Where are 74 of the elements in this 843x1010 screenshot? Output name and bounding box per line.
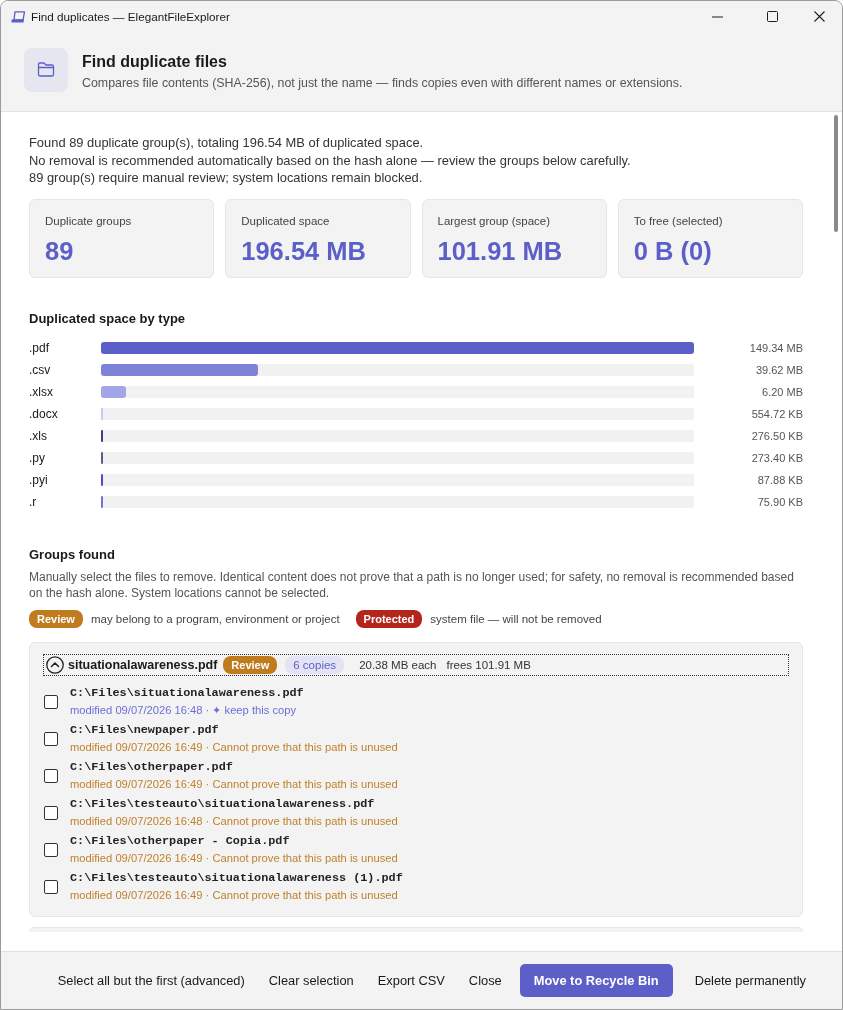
text-button[interactable]: Export CSV — [365, 964, 457, 997]
dialog-title: Find duplicate files — [82, 51, 228, 72]
checkbox[interactable] — [44, 806, 58, 820]
legend-text: may belong to a program, environment or project — [90, 612, 340, 625]
section-description: Manually select the files to remove. Identical content does not prove that a path is no longer used; for safety, no removal is recommended based on the hash alone. System locations cannot be selected. — [29, 568, 795, 601]
size-reading: 6.20 MB — [761, 385, 803, 398]
summary-text: No removal is recommended automatically based on the hash alone — review the groups below carefully. — [29, 151, 632, 169]
file-path: C:\Files\otherpaper.pdf — [70, 759, 234, 776]
type-label: .pyi — [29, 472, 49, 487]
legend-text: system file — will not be removed — [430, 612, 602, 625]
minimize-icon[interactable] — [712, 15, 723, 18]
size-reading: 273.40 KB — [750, 451, 803, 464]
size-reading: 554.72 KB — [750, 407, 803, 420]
file-meta: modified 09/07/2026 16:49 · Cannot prove that this path is unused — [70, 888, 399, 903]
file-path: C:\Files\otherpaper - Copia.pdf — [70, 833, 291, 850]
logo-icon — [11, 10, 26, 23]
copies-badge: 6 copies — [285, 655, 345, 674]
status-badge: Review — [223, 655, 278, 674]
frees-size: frees 101.91 MB — [446, 658, 531, 671]
summary-text: Found 89 duplicate group(s), totaling 196.54 MB of duplicated space. — [29, 134, 425, 152]
chevron-circle-icon[interactable] — [46, 655, 64, 674]
stat-value: 196.54 MB — [241, 235, 367, 266]
checkbox[interactable] — [44, 843, 58, 857]
scrollbar-thumb[interactable] — [834, 115, 838, 232]
maximize-icon[interactable] — [767, 11, 778, 22]
stat-label: Largest group (space) — [437, 213, 551, 228]
file-path: C:\Files\situationalawareness.pdf — [70, 685, 304, 702]
type-label: .csv — [29, 362, 52, 377]
type-label: .xlsx — [29, 384, 54, 399]
file-meta: modified 09/07/2026 16:49 · Cannot prove that this path is unused — [70, 740, 398, 755]
window-title: Find duplicates — ElegantFileExplorer — [31, 10, 231, 23]
stat-value: 89 — [45, 235, 75, 266]
size-reading: 149.34 MB — [748, 341, 803, 354]
size-reading: 39.62 MB — [754, 363, 803, 376]
type-label: .r — [29, 494, 38, 509]
type-label: .xls — [29, 428, 48, 443]
size-reading: 75.90 KB — [756, 495, 803, 508]
text-button[interactable]: Clear selection — [256, 964, 366, 997]
text-button[interactable]: Delete permanently — [682, 964, 818, 997]
stat-value: 0 B (0) — [633, 235, 713, 266]
size-each: 20.38 MB each — [359, 658, 437, 671]
summary-text: 89 group(s) require manual review; system locations remain blocked. — [29, 169, 424, 187]
stat-label: To free (selected) — [633, 213, 724, 228]
size-reading: 276.50 KB — [750, 429, 803, 442]
file-path: C:\Files\newpaper.pdf — [70, 722, 220, 739]
file-meta: modified 09/07/2026 16:48 · Cannot prove that this path is unused — [70, 814, 398, 829]
section-heading: Groups found — [29, 545, 116, 564]
file-meta: modified 09/07/2026 16:49 · Cannot prove that this path is unused — [70, 851, 398, 866]
stat-label: Duplicate groups — [45, 213, 133, 228]
file-path: C:\Files\testeauto\situationalawareness.pdf — [70, 796, 376, 813]
stat-label: Duplicated space — [241, 213, 331, 228]
size-reading: 87.88 KB — [756, 473, 803, 486]
primary-button[interactable]: Move to Recycle Bin — [519, 964, 673, 997]
type-label: .pdf — [29, 340, 50, 355]
text-button[interactable]: Close — [456, 964, 514, 997]
file-meta: modified 09/07/2026 16:49 · Cannot prove that this path is unused — [70, 777, 398, 792]
type-label: .py — [29, 450, 46, 465]
group-name: situationalawareness.pdf — [68, 657, 218, 672]
status-badge: Review — [29, 609, 83, 628]
type-label: .docx — [29, 406, 59, 421]
file-meta: modified 09/07/2026 16:48 · ✦ keep this copy — [70, 703, 298, 718]
status-badge: Protected — [355, 609, 423, 628]
close-icon[interactable] — [814, 11, 825, 22]
folder-icon — [24, 48, 68, 92]
checkbox[interactable] — [44, 880, 58, 894]
text-button[interactable]: Select all but the first (advanced) — [45, 964, 257, 997]
section-heading: Duplicated space by type — [29, 309, 187, 328]
checkbox[interactable] — [44, 695, 58, 709]
dialog-subtitle: Compares file contents (SHA-256), not just the name — finds copies even with different names or extensions. — [82, 74, 683, 91]
file-path: C:\Files\testeauto\situationalawareness (1).pdf — [70, 870, 403, 887]
checkbox[interactable] — [44, 769, 58, 783]
stat-value: 101.91 MB — [437, 235, 564, 266]
checkbox[interactable] — [44, 732, 58, 746]
group-header[interactable]: situationalawareness.pdf Review 6 copies 20.38 MB each frees 101.91 MB — [43, 653, 789, 676]
